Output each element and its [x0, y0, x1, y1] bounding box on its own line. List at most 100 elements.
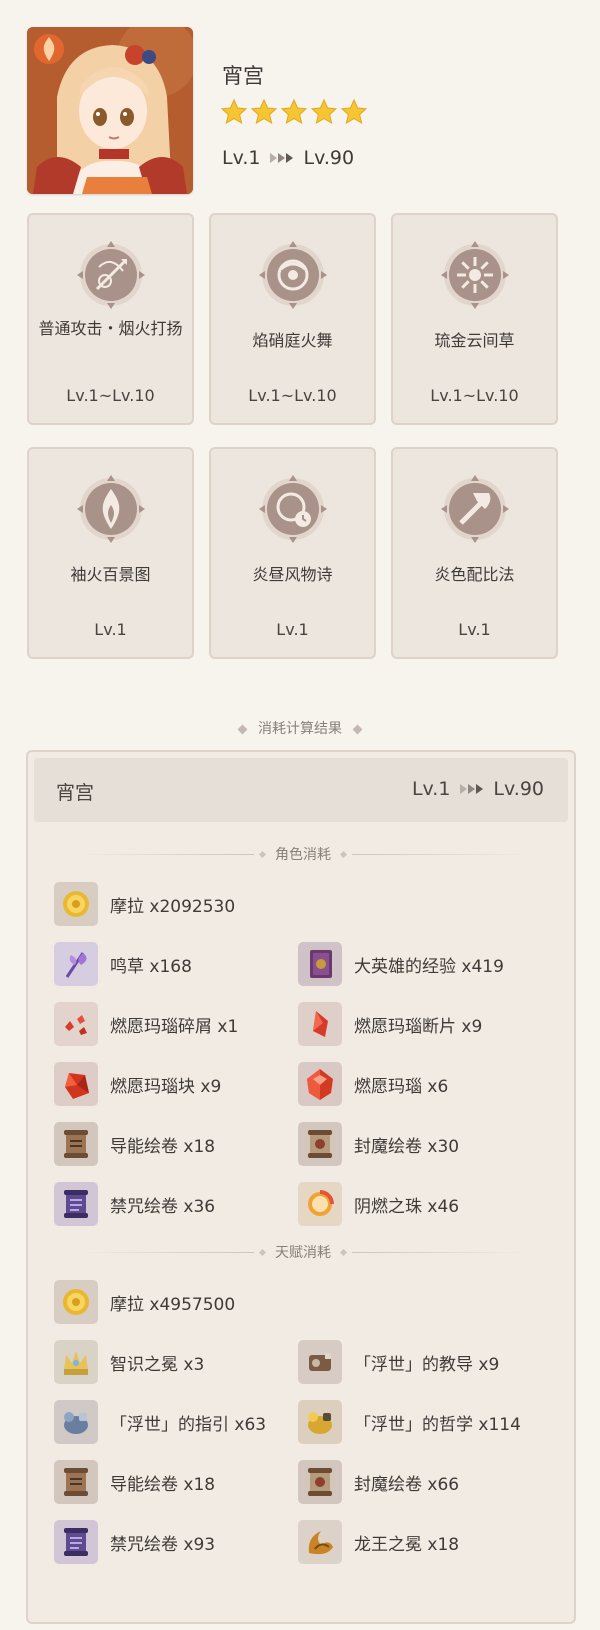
skill-card[interactable]: 炎昼风物诗 Lv.1 — [209, 447, 376, 659]
transience-teachings-icon — [298, 1340, 342, 1384]
result-section-title: 消耗计算结果 — [0, 718, 600, 738]
forbidden-scroll-icon — [54, 1182, 98, 1226]
skill-level-range: Lv.1~Lv.10 — [430, 386, 519, 405]
star-icon — [250, 98, 278, 130]
skill-level-range: Lv.1 — [276, 620, 309, 639]
character-cost-title: 角色消耗 — [48, 844, 558, 864]
material-item[interactable]: 封魔绘卷 x66 — [298, 1460, 459, 1504]
skill-name: 琉金云间草 — [434, 331, 515, 350]
material-item[interactable]: 导能绘卷 x18 — [54, 1122, 215, 1166]
material-label: 禁咒绘卷 x93 — [110, 1534, 216, 1555]
result-panel: 宵宫 Lv.1 Lv.90 角色消耗 摩拉 x2092530 鸣草 x168 大英雄… — [26, 750, 576, 1624]
skill-level-range: Lv.1 — [94, 620, 127, 639]
material-item[interactable]: 燃愿玛瑙碎屑 x1 — [54, 1002, 238, 1046]
material-item[interactable]: 鸣草 x168 — [54, 942, 192, 986]
skill-card[interactable]: 焰硝庭火舞 Lv.1~Lv.10 — [209, 213, 376, 425]
star-icon — [340, 98, 368, 130]
mora-icon — [54, 1280, 98, 1324]
divining-scroll-icon — [54, 1122, 98, 1166]
material-label: 导能绘卷 x18 — [110, 1474, 216, 1495]
skill-card[interactable]: 普通攻击・烟火打扬 Lv.1~Lv.10 — [27, 213, 194, 425]
character-portrait[interactable] — [27, 27, 193, 194]
transience-guide-icon — [54, 1400, 98, 1444]
material-item[interactable]: 阴燃之珠 x46 — [298, 1182, 459, 1226]
result-character-name: 宵宫 — [56, 782, 95, 804]
skill-level-range: Lv.1~Lv.10 — [66, 386, 155, 405]
agnidus-chunk-icon — [54, 1062, 98, 1106]
material-item[interactable]: 禁咒绘卷 x93 — [54, 1520, 215, 1564]
material-item[interactable]: 「浮世」的指引 x63 — [54, 1400, 266, 1444]
material-item[interactable]: 智识之冕 x3 — [54, 1340, 204, 1384]
crown-icon — [54, 1340, 98, 1384]
forbidden-scroll-icon — [54, 1520, 98, 1564]
material-label: 燃愿玛瑙碎屑 x1 — [110, 1016, 239, 1037]
skill-name: 炎昼风物诗 — [252, 565, 333, 584]
rarity-stars — [220, 98, 368, 130]
material-item[interactable]: 燃愿玛瑙断片 x9 — [298, 1002, 482, 1046]
character-name: 宵宫 — [222, 64, 264, 88]
divining-scroll-icon — [54, 1460, 98, 1504]
skill-card[interactable]: 袖火百景图 Lv.1 — [27, 447, 194, 659]
elemental-skill-icon — [258, 241, 327, 309]
material-item[interactable]: 燃愿玛瑙块 x9 — [54, 1062, 221, 1106]
skill-card[interactable]: 炎色配比法 Lv.1 — [391, 447, 558, 659]
sealed-scroll-icon — [298, 1122, 342, 1166]
material-label: 燃愿玛瑙断片 x9 — [354, 1016, 483, 1037]
talent-cost-title: 天赋消耗 — [48, 1242, 558, 1262]
result-level-range: Lv.1 Lv.90 — [411, 778, 544, 800]
material-item[interactable]: 「浮世」的哲学 x114 — [298, 1400, 521, 1444]
agnidus-fragment-icon — [298, 1002, 342, 1046]
transience-philosophies-icon — [298, 1400, 342, 1444]
material-label: 摩拉 x2092530 — [110, 896, 236, 917]
material-label: 摩拉 x4957500 — [110, 1294, 236, 1315]
material-label: 导能绘卷 x18 — [110, 1136, 216, 1157]
skill-name: 袖火百景图 — [70, 565, 151, 584]
skill-name: 普通攻击・烟火打扬 — [38, 319, 183, 338]
material-item[interactable]: 燃愿玛瑙 x6 — [298, 1062, 448, 1106]
level-arrow-icon — [460, 784, 484, 794]
material-label: 大英雄的经验 x419 — [354, 956, 504, 977]
material-item[interactable]: 导能绘卷 x18 — [54, 1460, 215, 1504]
material-item[interactable]: 摩拉 x2092530 — [54, 882, 235, 926]
material-label: 鸣草 x168 — [110, 956, 192, 977]
hero-wit-icon — [298, 942, 342, 986]
bow-attack-icon — [76, 241, 145, 309]
star-icon — [220, 98, 248, 130]
material-label: 封魔绘卷 x66 — [354, 1474, 460, 1495]
diamond-icon — [352, 724, 363, 734]
result-header: 宵宫 Lv.1 Lv.90 — [34, 758, 568, 822]
dragon-lord-crown-icon — [298, 1520, 342, 1564]
skill-name: 炎色配比法 — [434, 565, 515, 584]
star-icon — [280, 98, 308, 130]
hammer-passive-icon — [440, 475, 509, 543]
material-label: 禁咒绘卷 x36 — [110, 1196, 216, 1217]
level-from: Lv.1 — [222, 147, 261, 169]
material-label: 「浮世」的指引 x63 — [110, 1414, 267, 1435]
elemental-burst-icon — [440, 241, 509, 309]
material-item[interactable]: 大英雄的经验 x419 — [298, 942, 504, 986]
material-item[interactable]: 禁咒绘卷 x36 — [54, 1182, 215, 1226]
character-avatar-image — [27, 27, 193, 194]
material-label: 阴燃之珠 x46 — [354, 1196, 460, 1217]
material-item[interactable]: 摩拉 x4957500 — [54, 1280, 235, 1324]
skill-level-range: Lv.1~Lv.10 — [248, 386, 337, 405]
material-label: 燃愿玛瑙 x6 — [354, 1076, 449, 1097]
skill-card[interactable]: 琉金云间草 Lv.1~Lv.10 — [391, 213, 558, 425]
agnidus-sliver-icon — [54, 1002, 98, 1046]
level-arrow-icon — [270, 153, 294, 163]
agnidus-gemstone-icon — [298, 1062, 342, 1106]
material-label: 燃愿玛瑙块 x9 — [110, 1076, 222, 1097]
naku-weed-icon — [54, 942, 98, 986]
skill-level-range: Lv.1 — [458, 620, 491, 639]
material-item[interactable]: 龙王之冕 x18 — [298, 1520, 459, 1564]
smoldering-pearl-icon — [298, 1182, 342, 1226]
material-label: 龙王之冕 x18 — [354, 1534, 460, 1555]
material-label: 智识之冕 x3 — [110, 1354, 205, 1375]
timer-passive-icon — [258, 475, 327, 543]
character-level-range: Lv.1 Lv.90 — [222, 147, 354, 169]
skill-name: 焰硝庭火舞 — [252, 331, 333, 350]
material-item[interactable]: 「浮世」的教导 x9 — [298, 1340, 499, 1384]
flame-passive-icon — [76, 475, 145, 543]
material-label: 「浮世」的教导 x9 — [354, 1354, 500, 1375]
material-item[interactable]: 封魔绘卷 x30 — [298, 1122, 459, 1166]
